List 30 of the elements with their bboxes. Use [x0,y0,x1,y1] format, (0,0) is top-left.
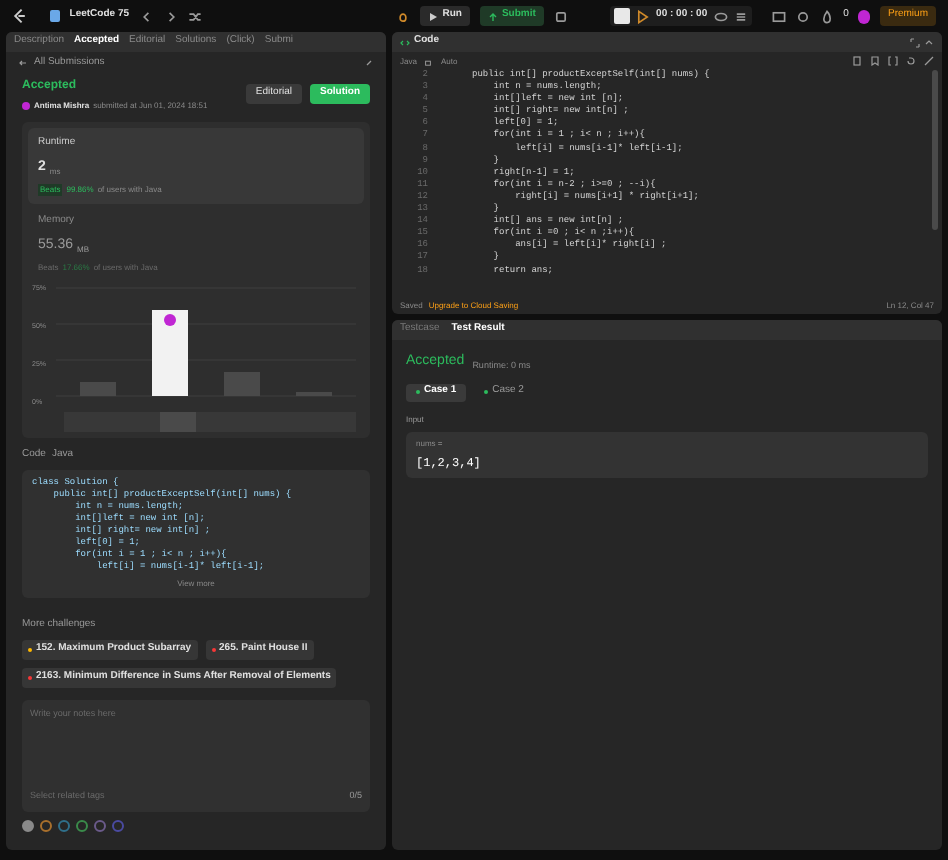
color-swatch[interactable] [112,820,124,832]
play-icon[interactable] [636,9,651,23]
lock-icon[interactable] [424,57,433,65]
avatar[interactable] [858,9,870,23]
scrollbar[interactable] [932,70,938,230]
next-icon[interactable] [163,9,178,23]
expand-icon[interactable] [910,37,920,47]
previous-icon[interactable] [139,9,154,23]
code-icon[interactable] [400,37,410,47]
color-swatch[interactable] [40,820,52,832]
bookmark-icon[interactable] [870,56,880,66]
layout-icon[interactable] [771,9,786,23]
collapse-icon[interactable] [924,37,934,47]
user-avatar [22,101,30,109]
color-swatch[interactable] [58,820,70,832]
list-icon[interactable] [733,9,748,23]
color-swatch[interactable] [76,820,88,832]
reset-icon[interactable] [906,56,916,66]
study-plan-icon [50,10,60,22]
play-icon [428,11,439,21]
color-swatch[interactable] [94,820,106,832]
logo-icon[interactable] [12,8,28,24]
brackets-icon[interactable] [888,56,898,66]
note-icon[interactable] [852,56,862,66]
drag-handle-icon[interactable] [614,8,631,24]
notes-icon[interactable] [553,9,568,23]
back-arrow-icon[interactable] [18,58,28,68]
upload-icon [487,11,498,21]
color-swatch[interactable] [22,820,34,832]
shuffle-icon[interactable] [187,9,202,23]
